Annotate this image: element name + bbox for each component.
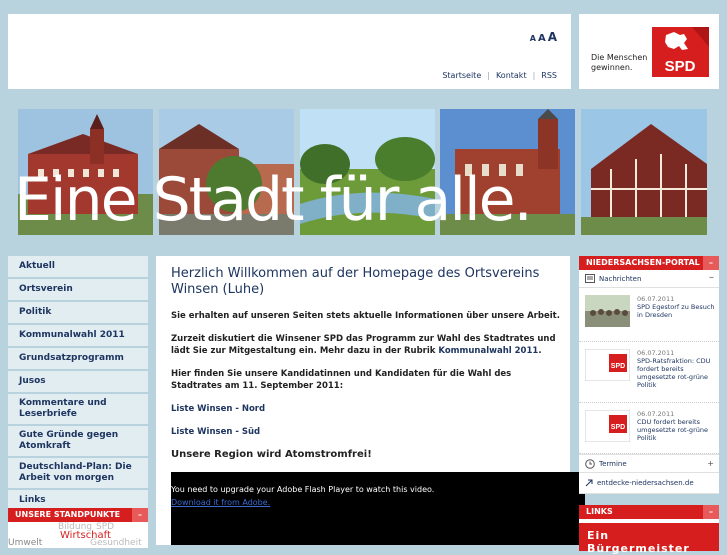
logo-box: Die Menschen gewinnen. SPD [579,14,719,89]
svg-text:SPD: SPD [611,424,625,431]
divider: | [487,71,490,80]
buergermeister-banner[interactable]: Ein Bürgermeister [579,523,719,555]
news-date: 06.07.2011 [637,349,675,357]
liste-nord-link[interactable]: Liste Winsen - Nord [171,403,563,415]
expand-icon[interactable]: + [707,459,714,468]
font-size-switcher: AAA [528,26,557,45]
divider: | [532,71,536,80]
flash-download-link[interactable]: Download it from Adobe. [171,498,270,507]
timbered-house-photo [581,109,707,235]
region-heading: Unsere Region wird Atomstromfrei! [171,449,372,460]
links-toggle-button[interactable]: – [703,505,719,519]
nachrichten-header[interactable]: Nachrichten – [579,270,719,288]
main-navigation: Aktuell Ortsverein Politik Kommunalwahl … [8,256,148,513]
logo-text: SPD [665,58,696,75]
svg-text:SPD: SPD [611,363,625,370]
links-content: Ein Bürgermeister [579,519,719,555]
external-link-icon [585,479,593,487]
right-sidebar: NIEDERSACHSEN-PORTAL – Nachrichten – 06.… [579,256,719,494]
termine-label: Termine [599,459,627,468]
standpunkte-title: UNSERE STANDPUNKTE [15,510,121,519]
news-item[interactable]: SPD 06.07.2011 SPD-Ratsfraktion: CDU for… [579,342,719,403]
clock-icon [585,458,595,469]
spd-thumbnail: SPD [585,410,630,442]
entdecke-link-row[interactable]: entdecke-niedersachsen.de [579,473,719,494]
newspaper-icon [585,274,595,283]
news-title[interactable]: SPD Egestorf zu Besuch in Dresden [637,303,715,319]
news-item[interactable]: SPD 06.07.2011 CDU fordert bereits umges… [579,403,719,454]
standpunkte-box: UNSERE STANDPUNKTE – Bildung SPD Wirtsch… [8,508,148,548]
slogan-line: gewinnen. [591,63,633,72]
nachrichten-label: Nachrichten [599,274,642,283]
program-paragraph: Zurzeit diskutiert die Winsener SPD das … [171,333,563,357]
nav-item-politik[interactable]: Politik [8,302,148,323]
news-title[interactable]: CDU fordert bereits umgesetzte rot-grüne… [637,418,715,442]
slogan-line: Die Menschen [591,53,648,62]
spd-thumbnail: SPD [585,349,630,381]
kommunalwahl-link[interactable]: Kommunalwahl 2011 [438,346,538,356]
news-item[interactable]: 06.07.2011 SPD Egestorf zu Besuch in Dre… [579,288,719,342]
portal-toggle-button[interactable]: – [703,256,719,270]
links-header: LINKS – [579,505,719,519]
tag-umwelt[interactable]: Umwelt [8,538,42,548]
liste-sued-link[interactable]: Liste Winsen - Süd [171,426,563,438]
banner-slogan: Eine Stadt für alle. [14,165,533,235]
links-title: LINKS [586,507,613,516]
news-title[interactable]: SPD-Ratsfraktion: CDU fordert bereits um… [637,357,717,389]
top-links: Startseite | Kontakt | RSS [442,71,557,80]
startseite-link[interactable]: Startseite [442,71,481,80]
nav-item-jusos[interactable]: Jusos [8,371,148,392]
nav-item-ortsverein[interactable]: Ortsverein [8,279,148,300]
nav-item-aktuell[interactable]: Aktuell [8,256,148,277]
portal-panel: Nachrichten – 06.07.2011 SPD Egestorf zu… [579,270,719,494]
page-title: Herzlich Willkommen auf der Homepage des… [171,266,540,297]
spd-logo[interactable]: SPD [652,27,709,77]
news-photo-thumbnail [585,295,630,327]
header-bar: AAA Startseite | Kontakt | RSS [8,14,571,89]
collapse-icon[interactable]: – [709,272,714,283]
tag-cloud: Bildung SPD Wirtschaft Umwelt Gesundheit [8,522,148,548]
nav-item-grundsatzprogramm[interactable]: Grundsatzprogramm [8,348,148,369]
portal-header: NIEDERSACHSEN-PORTAL – [579,256,719,270]
nav-item-kommunalwahl-2011[interactable]: Kommunalwahl 2011 [8,325,148,346]
rss-link[interactable]: RSS [541,71,557,80]
font-size-medium-button[interactable]: A [538,33,546,44]
candidates-paragraph: Hier finden Sie unsere Kandidatinnen und… [171,369,512,391]
article: Herzlich Willkommen auf der Homepage des… [171,266,563,460]
news-date: 06.07.2011 [637,410,675,418]
nav-item-atomkraft[interactable]: Gute Gründe gegen Atomkraft [8,426,148,456]
flash-message: You need to upgrade your Adobe Flash Pla… [171,485,435,494]
standpunkte-toggle-button[interactable]: – [132,508,148,522]
font-size-small-button[interactable]: A [530,34,536,43]
kontakt-link[interactable]: Kontakt [496,71,527,80]
portal-title: NIEDERSACHSEN-PORTAL [586,258,700,267]
intro-paragraph: Sie erhalten auf unseren Seiten stets ak… [171,311,560,321]
nav-item-deutschland-plan[interactable]: Deutschland-Plan: Die Arbeit von morgen [8,458,148,488]
links-box: LINKS – Ein Bürgermeister [579,505,719,555]
termine-header[interactable]: Termine + [579,454,719,473]
tag-gesundheit[interactable]: Gesundheit [90,538,142,548]
entdecke-link[interactable]: entdecke-niedersachsen.de [597,479,694,487]
standpunkte-header: UNSERE STANDPUNKTE – [8,508,148,522]
font-size-large-button[interactable]: A [548,30,557,44]
news-date: 06.07.2011 [637,295,675,303]
flash-video-placeholder: You need to upgrade your Adobe Flash Pla… [171,472,585,545]
slogan: Die Menschen gewinnen. [591,53,651,73]
nav-item-kommentare[interactable]: Kommentare und Leserbriefe [8,394,148,424]
program-text-end: . [538,346,542,356]
